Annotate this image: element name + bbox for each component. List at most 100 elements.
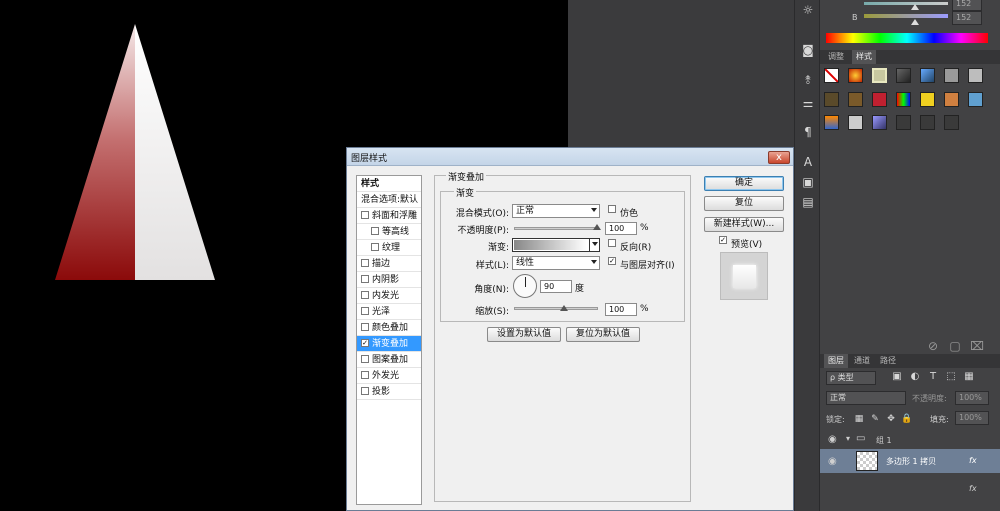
- reverse-checkbox[interactable]: [608, 239, 616, 247]
- opacity-input[interactable]: 100: [605, 222, 637, 235]
- style-item-checkbox[interactable]: [371, 242, 379, 251]
- style-swatch[interactable]: [944, 92, 959, 107]
- brush-icon[interactable]: ⥉: [799, 72, 817, 88]
- style-item[interactable]: ✓ 渐变叠加: [357, 336, 421, 352]
- style-item-checkbox[interactable]: [361, 210, 369, 219]
- brightness-icon[interactable]: ☼: [799, 2, 817, 18]
- reset-button[interactable]: 复位: [704, 196, 784, 211]
- fill-value[interactable]: 100%: [955, 411, 989, 425]
- layer-filter-select[interactable]: ρ 类型: [826, 371, 876, 385]
- fx-badge[interactable]: fx: [969, 484, 977, 493]
- tab-layers[interactable]: 图层: [824, 354, 848, 368]
- style-select[interactable]: 线性: [512, 256, 600, 270]
- color-slider-b-thumb[interactable]: [911, 19, 919, 25]
- filter-adjust-icon[interactable]: ◐: [906, 369, 924, 385]
- delete-style-icon[interactable]: ⌧: [968, 338, 986, 354]
- style-swatch[interactable]: [848, 92, 863, 107]
- style-swatch[interactable]: [872, 68, 887, 83]
- style-item[interactable]: 描边: [357, 256, 421, 272]
- character-icon[interactable]: A: [799, 154, 817, 170]
- filter-shape-icon[interactable]: ⬚: [942, 369, 960, 385]
- style-swatch[interactable]: [968, 68, 983, 83]
- close-button[interactable]: x: [768, 151, 790, 164]
- angle-input[interactable]: 90: [540, 280, 572, 293]
- layer-row-selected[interactable]: ◉ 多边形 1 拷贝 fx: [820, 449, 1000, 473]
- filter-type-icon[interactable]: T: [924, 369, 942, 385]
- layer-comps-icon[interactable]: ▣: [799, 174, 817, 190]
- style-item[interactable]: 外发光: [357, 368, 421, 384]
- clear-style-icon[interactable]: ⊘: [924, 338, 942, 354]
- style-item[interactable]: 内发光: [357, 288, 421, 304]
- new-style-button[interactable]: 新建样式(W)...: [704, 217, 784, 232]
- preview-checkbox[interactable]: ✓: [719, 236, 727, 244]
- style-swatch[interactable]: [872, 115, 887, 130]
- styles-header[interactable]: 样式: [357, 176, 421, 192]
- layer-row-group[interactable]: ◉ ▾ ▭ 组 1: [820, 430, 1000, 450]
- scale-slider[interactable]: [514, 307, 598, 310]
- group-name[interactable]: 组 1: [876, 435, 892, 446]
- filter-smart-icon[interactable]: ▦: [960, 369, 978, 385]
- style-swatch-none[interactable]: [824, 68, 839, 83]
- style-swatch[interactable]: [944, 68, 959, 83]
- color-slider-g[interactable]: [864, 2, 948, 5]
- color-slider-b[interactable]: [864, 14, 948, 18]
- style-swatch[interactable]: [944, 115, 959, 130]
- style-swatch[interactable]: [920, 92, 935, 107]
- style-swatch[interactable]: [896, 68, 911, 83]
- style-item-checkbox[interactable]: [361, 322, 369, 331]
- style-item[interactable]: 投影: [357, 384, 421, 400]
- notes-icon[interactable]: ▤: [799, 194, 817, 210]
- tab-styles[interactable]: 样式: [852, 50, 876, 64]
- style-swatch[interactable]: [920, 68, 935, 83]
- blend-mode-select[interactable]: 正常: [512, 204, 600, 218]
- style-item-checkbox[interactable]: [361, 386, 369, 395]
- style-item[interactable]: 纹理: [357, 240, 421, 256]
- style-item[interactable]: 内阴影: [357, 272, 421, 288]
- eye-icon[interactable]: ◉: [828, 456, 837, 467]
- style-item-checkbox[interactable]: [371, 226, 379, 235]
- style-item-checkbox[interactable]: [361, 274, 369, 283]
- style-item[interactable]: 斜面和浮雕: [357, 208, 421, 224]
- set-default-button[interactable]: 设置为默认值: [487, 327, 561, 342]
- style-item-checkbox[interactable]: ✓: [361, 338, 369, 347]
- style-item-checkbox[interactable]: [361, 258, 369, 267]
- layer-opacity-value[interactable]: 100%: [955, 391, 989, 405]
- color-b-value[interactable]: 152: [952, 11, 982, 25]
- angle-dial[interactable]: [513, 274, 537, 298]
- gradient-picker[interactable]: [512, 238, 600, 252]
- style-swatch[interactable]: [848, 115, 863, 130]
- color-spectrum-bar[interactable]: [826, 33, 988, 43]
- tab-channels[interactable]: 通道: [850, 354, 874, 368]
- reset-default-button[interactable]: 复位为默认值: [566, 327, 640, 342]
- paragraph-icon[interactable]: ¶: [799, 124, 817, 140]
- gradient-dropdown[interactable]: [589, 239, 599, 251]
- style-swatch[interactable]: [896, 115, 911, 130]
- dither-checkbox[interactable]: [608, 205, 616, 213]
- layer-name[interactable]: 多边形 1 拷贝: [886, 456, 936, 467]
- style-swatch[interactable]: [824, 115, 839, 130]
- scale-input[interactable]: 100: [605, 303, 637, 316]
- style-swatch[interactable]: [872, 92, 887, 107]
- eye-icon[interactable]: ◉: [828, 434, 837, 445]
- lock-all-icon[interactable]: 🔒: [898, 411, 916, 427]
- style-swatch[interactable]: [848, 68, 863, 83]
- tab-adjust[interactable]: 调整: [824, 50, 848, 64]
- new-style-icon[interactable]: ▢: [946, 338, 964, 354]
- fx-badge[interactable]: fx: [969, 456, 977, 465]
- dialog-titlebar[interactable]: 图层样式 x: [347, 148, 793, 166]
- filter-pixel-icon[interactable]: ▣: [888, 369, 906, 385]
- style-item-checkbox[interactable]: [361, 290, 369, 299]
- opacity-slider[interactable]: [514, 227, 598, 230]
- style-swatch[interactable]: [920, 115, 935, 130]
- tab-paths[interactable]: 路径: [876, 354, 900, 368]
- style-item-checkbox[interactable]: [361, 354, 369, 363]
- color-slider-g-thumb[interactable]: [911, 4, 919, 10]
- layer-row[interactable]: fx: [820, 477, 1000, 501]
- style-swatch[interactable]: [968, 92, 983, 107]
- align-checkbox[interactable]: ✓: [608, 257, 616, 265]
- layer-blend-mode[interactable]: 正常: [826, 391, 906, 405]
- tool-preset-icon[interactable]: ⚌: [799, 95, 817, 111]
- ok-button[interactable]: 确定: [704, 176, 784, 191]
- style-swatch[interactable]: [896, 92, 911, 107]
- opacity-slider-thumb[interactable]: [593, 224, 601, 230]
